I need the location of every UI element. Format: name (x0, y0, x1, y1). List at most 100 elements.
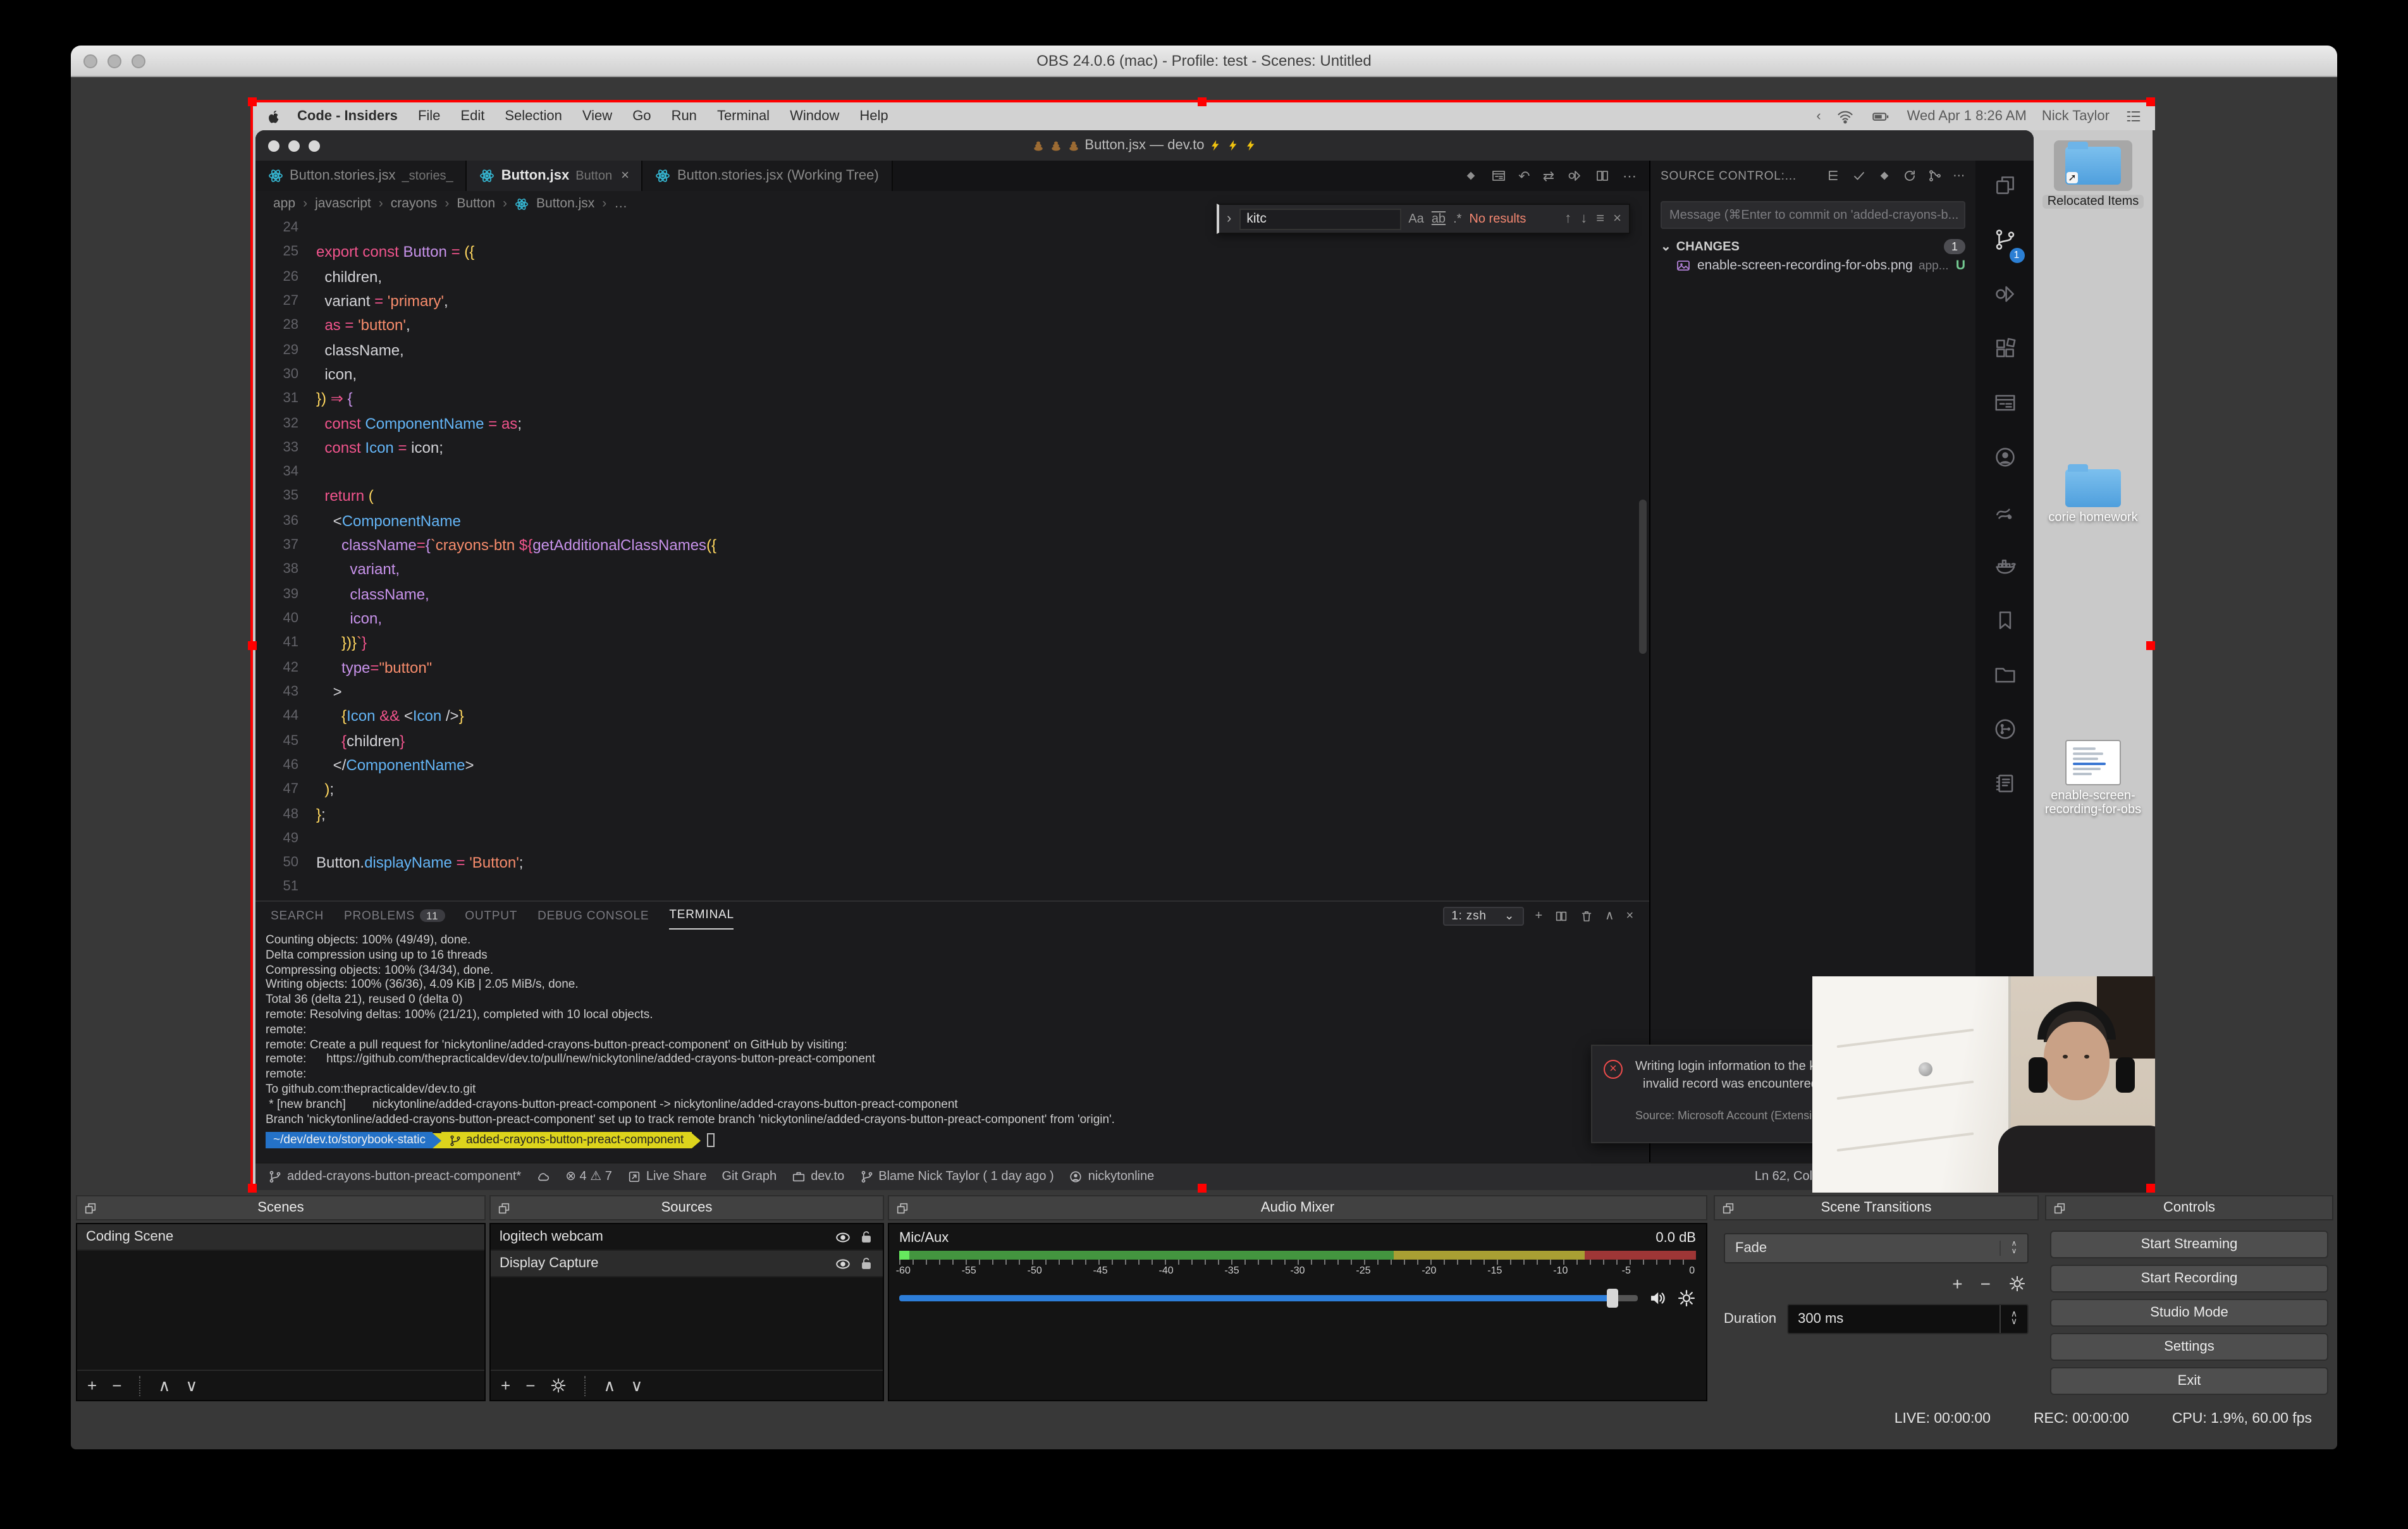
tab-button-stories[interactable]: Button.stories.jsx_stories_ (255, 161, 467, 191)
close-find-icon[interactable]: × (1613, 211, 1621, 226)
status-item[interactable]: Git Graph (722, 1170, 777, 1184)
find-expand-icon[interactable]: › (1227, 211, 1231, 226)
activity-icon-git-graph[interactable] (1993, 717, 2017, 747)
desktop-item-screenshot[interactable]: enable-screen-recording-for-obs (2034, 740, 2153, 817)
add-transition-button[interactable]: + (1952, 1274, 1962, 1294)
match-case-icon[interactable]: Aa (1408, 212, 1423, 226)
status-item[interactable]: added-crayons-button-preact-component* (268, 1170, 521, 1184)
obs-preview[interactable]: Code - InsidersFileEditSelectionViewGoRu… (250, 100, 2153, 1190)
terminal-shell-select[interactable]: 1: zsh⌄ (1442, 906, 1523, 925)
duration-input[interactable]: 300 ms ∧∨ (1786, 1304, 2029, 1334)
discard-icon[interactable]: ↶ (1518, 168, 1530, 184)
lock-icon[interactable] (859, 1255, 874, 1270)
menu-item-selection[interactable]: Selection (505, 109, 562, 124)
compare-icon[interactable]: ⇄ (1543, 168, 1554, 184)
transition-select[interactable]: Fade ∧∨ (1724, 1233, 2029, 1263)
activity-icon-debug[interactable] (1993, 282, 2017, 312)
audio-mixer-header[interactable]: Audio Mixer (888, 1195, 1707, 1220)
source-row-display-capture[interactable]: Display Capture (491, 1251, 883, 1277)
visibility-eye-icon[interactable] (835, 1229, 851, 1245)
activity-icon-bookmarks[interactable] (1993, 608, 2017, 639)
move-scene-down-button[interactable]: ∨ (185, 1375, 197, 1396)
find-input[interactable]: kitc (1239, 208, 1401, 230)
panel-tab-terminal[interactable]: TERMINAL (669, 902, 734, 930)
breadcrumb-item[interactable]: javascript (315, 196, 371, 211)
apple-menu-icon[interactable] (266, 108, 282, 125)
obs-titlebar[interactable]: OBS 24.0.6 (mac) - Profile: test - Scene… (71, 46, 2337, 77)
battery-icon[interactable] (1869, 107, 1892, 125)
scene-row[interactable]: Coding Scene (77, 1224, 484, 1251)
whole-word-icon[interactable]: ab (1432, 212, 1446, 226)
tab-button-stories-working-tree[interactable]: Button.stories.jsx (Working Tree) (643, 161, 893, 191)
activity-icon-files[interactable] (1993, 173, 2017, 204)
status-item[interactable]: nickytonline (1069, 1170, 1155, 1184)
split-terminal-icon[interactable] (1554, 909, 1568, 923)
sources-header[interactable]: Sources (489, 1195, 884, 1220)
commit-icon[interactable] (1852, 168, 1867, 183)
activity-icon-extensions[interactable] (1993, 336, 2017, 367)
view-as-tree-icon[interactable] (1826, 168, 1841, 183)
new-terminal-icon[interactable]: + (1535, 909, 1544, 923)
tab-button-jsx[interactable]: Button.jsxButton × (467, 161, 643, 191)
volume-slider-handle[interactable] (1606, 1289, 1618, 1308)
breadcrumb-item[interactable]: Button (457, 196, 495, 211)
breadcrumb-item[interactable]: app (273, 196, 295, 211)
more-actions-icon[interactable]: ⋯ (1623, 168, 1637, 184)
status-item[interactable]: ⊗ 4 ⚠ 7 (565, 1170, 612, 1184)
breadcrumb-item[interactable]: Button.jsx (536, 196, 594, 211)
activity-icon-live-share[interactable] (1993, 500, 2017, 530)
refresh-icon[interactable] (1902, 168, 1917, 183)
panel-tab-problems[interactable]: PROBLEMS11 (344, 909, 445, 923)
git-graph-icon[interactable] (1927, 168, 1943, 183)
close-tab-icon[interactable]: × (621, 168, 629, 183)
webcam-overlay[interactable] (1812, 976, 2155, 1193)
settings-button[interactable]: Settings (2050, 1333, 2328, 1361)
gitlens-icon[interactable] (1877, 168, 1892, 183)
transition-gear-icon[interactable] (2008, 1275, 2026, 1293)
activity-icon-github[interactable] (1993, 445, 2017, 476)
menu-item-file[interactable]: File (418, 109, 440, 124)
status-item[interactable] (536, 1170, 550, 1184)
gitlens-icon[interactable] (1463, 168, 1478, 183)
vscode-traffic-lights[interactable] (268, 140, 320, 152)
close-panel-icon[interactable]: × (1626, 909, 1635, 923)
wifi-icon[interactable] (1836, 107, 1854, 125)
move-source-down-button[interactable]: ∨ (630, 1375, 642, 1396)
terminal-prompt[interactable]: ~/dev/dev.to/storybook-static added-cray… (255, 1133, 1649, 1149)
changes-section-header[interactable]: ⌄ CHANGES 1 (1650, 239, 1975, 254)
editor-scrollbar[interactable] (1639, 500, 1647, 654)
add-source-button[interactable]: + (501, 1376, 510, 1395)
mixer-gear-icon[interactable] (1677, 1289, 1696, 1308)
start-streaming-button[interactable]: Start Streaming (2050, 1231, 2328, 1258)
scene-transitions-header[interactable]: Scene Transitions (1714, 1195, 2039, 1220)
changed-file-row[interactable]: enable-screen-recording-for-obs.png app.… (1650, 254, 1975, 277)
obs-traffic-lights[interactable] (83, 54, 145, 68)
menu-item-view[interactable]: View (582, 109, 612, 124)
breadcrumb-item[interactable]: crayons (391, 196, 438, 211)
move-source-up-button[interactable]: ∧ (603, 1375, 615, 1396)
menu-item-terminal[interactable]: Terminal (717, 109, 770, 124)
activity-icon-browser-preview[interactable] (1993, 391, 2017, 421)
status-item[interactable]: dev.to (792, 1170, 844, 1184)
activity-icon-project-manager[interactable] (1993, 663, 2017, 693)
breadcrumb-item[interactable]: … (614, 196, 627, 211)
chevron-left-icon[interactable]: ‹ (1816, 109, 1821, 124)
run-icon[interactable] (1567, 168, 1582, 183)
studio-mode-button[interactable]: Studio Mode (2050, 1299, 2328, 1327)
desktop-item-relocated-items[interactable]: ➚ Relocated Items (2034, 140, 2153, 209)
source-row-webcam[interactable]: logitech webcam (491, 1224, 883, 1251)
menubar-user[interactable]: Nick Taylor (2042, 109, 2110, 124)
select-spinner[interactable]: ∧∨ (2000, 1241, 2027, 1256)
activity-icon-notebook[interactable] (1993, 771, 2017, 802)
speaker-icon[interactable] (1648, 1289, 1667, 1308)
menu-item-window[interactable]: Window (790, 109, 839, 124)
preview-icon[interactable] (1490, 168, 1506, 183)
more-actions-icon[interactable]: ⋯ (1953, 169, 1965, 183)
start-recording-button[interactable]: Start Recording (2050, 1265, 2328, 1293)
source-properties-gear-icon[interactable] (550, 1377, 567, 1394)
terminal-output[interactable]: Counting objects: 100% (49/49), done.Del… (255, 930, 1649, 1131)
commit-message-input[interactable]: Message (⌘Enter to commit on 'added-cray… (1661, 201, 1965, 229)
find-in-selection-icon[interactable]: ≡ (1596, 211, 1604, 226)
minimize-button[interactable] (108, 54, 121, 68)
find-previous-icon[interactable]: ↑ (1564, 211, 1571, 226)
